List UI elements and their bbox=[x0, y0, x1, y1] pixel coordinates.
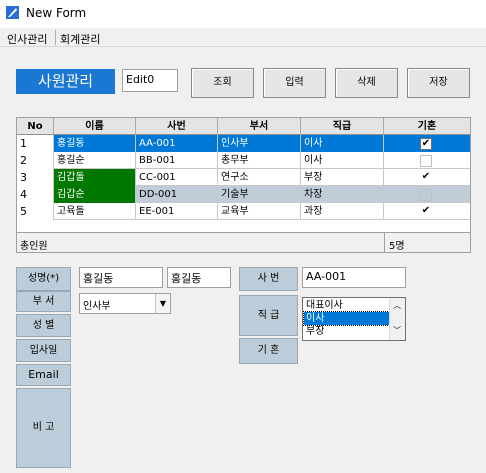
row-dept[interactable]: 교육부 bbox=[218, 203, 301, 220]
grid-footer: 총인원 5명 bbox=[17, 232, 470, 252]
row-name[interactable]: 고육돌 bbox=[54, 203, 136, 220]
label-married: 기 혼 bbox=[239, 338, 298, 364]
rank-listbox[interactable]: 대표이사 이사 부장 ︿ ﹀ bbox=[302, 297, 406, 341]
row-rank[interactable]: 부장 bbox=[301, 169, 384, 186]
label-note: 비 고 bbox=[16, 388, 71, 468]
row-dept[interactable]: 총무부 bbox=[218, 152, 301, 169]
title-bar: New Form bbox=[0, 0, 486, 28]
rank-option[interactable]: 대표이사 bbox=[304, 299, 389, 312]
row-id[interactable]: EE-001 bbox=[136, 203, 218, 220]
rank-option-selected[interactable]: 이사 bbox=[303, 311, 390, 326]
row-id[interactable]: AA-001 bbox=[136, 135, 218, 152]
col-header-id: 사번 bbox=[136, 118, 218, 135]
table-row[interactable]: 5 고육돌 EE-001 교육부 과장 ✔ bbox=[17, 203, 470, 220]
married-checkbox[interactable]: ✔ bbox=[420, 206, 432, 218]
footer-divider bbox=[384, 233, 385, 252]
total-label: 총인원 bbox=[20, 241, 48, 252]
col-header-name: 이름 bbox=[54, 118, 136, 135]
name-field[interactable]: 홍길동 bbox=[79, 267, 163, 288]
row-rank[interactable]: 이사 bbox=[301, 135, 384, 152]
row-name[interactable]: 김갑순 bbox=[54, 186, 136, 203]
name-field-secondary[interactable]: 홍길동 bbox=[167, 267, 231, 288]
menu-separator bbox=[55, 30, 56, 45]
label-dept: 부 서 bbox=[16, 291, 71, 312]
delete-button[interactable]: 삭제 bbox=[335, 68, 398, 98]
row-dept[interactable]: 인사부 bbox=[218, 135, 301, 152]
label-gender: 성 별 bbox=[16, 314, 71, 337]
chevron-down-icon[interactable]: ▼ bbox=[155, 294, 170, 313]
married-checkbox[interactable]: ✔ bbox=[420, 138, 432, 150]
col-header-rank: 직급 bbox=[301, 118, 384, 135]
row-name[interactable]: 홍길순 bbox=[54, 152, 136, 169]
row-no: 1 bbox=[17, 135, 54, 152]
menu-item-accounting[interactable]: 회계관리 bbox=[60, 31, 100, 47]
row-no: 2 bbox=[17, 152, 54, 169]
row-no: 5 bbox=[17, 203, 54, 220]
menu-item-hr[interactable]: 인사관리 bbox=[7, 31, 47, 47]
col-header-no: No bbox=[17, 118, 54, 135]
row-married[interactable]: ✔ bbox=[384, 135, 470, 152]
page-title: 사원관리 bbox=[16, 69, 115, 94]
row-married[interactable]: ✔ bbox=[384, 169, 470, 186]
dept-select[interactable]: 인사부 ▼ bbox=[79, 293, 171, 314]
row-married[interactable] bbox=[384, 152, 470, 169]
emp-id-field[interactable]: AA-001 bbox=[302, 267, 406, 288]
grid-header: No 이름 사번 부서 직급 기혼 bbox=[17, 118, 470, 135]
row-rank[interactable]: 차장 bbox=[301, 186, 384, 203]
chevron-up-icon[interactable]: ︿ bbox=[393, 300, 401, 311]
row-id[interactable]: BB-001 bbox=[136, 152, 218, 169]
save-button[interactable]: 저장 bbox=[407, 68, 470, 98]
row-no: 3 bbox=[17, 169, 54, 186]
label-rank: 직 급 bbox=[239, 295, 298, 336]
married-checkbox[interactable]: ✔ bbox=[420, 172, 432, 184]
married-checkbox[interactable] bbox=[420, 155, 432, 167]
row-rank[interactable]: 과장 bbox=[301, 203, 384, 220]
table-row[interactable]: 3 김갑돌 CC-001 연구소 부장 ✔ bbox=[17, 169, 470, 186]
married-checkbox[interactable] bbox=[420, 189, 432, 201]
label-name: 성명(*) bbox=[16, 267, 71, 291]
row-no: 4 bbox=[17, 186, 54, 203]
chevron-down-icon[interactable]: ﹀ bbox=[393, 325, 401, 336]
rank-listbox-scrollbar[interactable]: ︿ ﹀ bbox=[389, 298, 405, 340]
table-row[interactable]: 4 김갑순 DD-001 기술부 차장 bbox=[17, 186, 470, 203]
row-married[interactable] bbox=[384, 186, 470, 203]
search-button[interactable]: 조회 bbox=[191, 68, 254, 98]
dept-select-value: 인사부 bbox=[83, 301, 111, 312]
menu-bar: 인사관리 회계관리 bbox=[0, 28, 486, 47]
row-id[interactable]: DD-001 bbox=[136, 186, 218, 203]
table-row[interactable]: 2 홍길순 BB-001 총무부 이사 bbox=[17, 152, 470, 169]
row-name[interactable]: 홍길동 bbox=[54, 135, 136, 152]
row-id[interactable]: CC-001 bbox=[136, 169, 218, 186]
employee-grid: No 이름 사번 부서 직급 기혼 1 홍길동 AA-001 인사부 이사 ✔ … bbox=[16, 117, 471, 253]
total-count: 5명 bbox=[389, 241, 405, 252]
col-header-married: 기혼 bbox=[417, 121, 437, 132]
label-emp-id: 사 번 bbox=[239, 267, 298, 291]
edit0-field[interactable]: Edit0 bbox=[122, 69, 178, 92]
row-rank[interactable]: 이사 bbox=[301, 152, 384, 169]
col-header-dept: 부서 bbox=[218, 118, 301, 135]
row-name[interactable]: 김갑돌 bbox=[54, 169, 136, 186]
app-icon bbox=[6, 6, 19, 19]
row-married[interactable]: ✔ bbox=[384, 203, 470, 220]
add-button[interactable]: 입력 bbox=[263, 68, 326, 98]
row-dept[interactable]: 기술부 bbox=[218, 186, 301, 203]
rank-option[interactable]: 부장 bbox=[304, 325, 389, 338]
label-email: Email bbox=[16, 364, 71, 386]
label-join-date: 입사일 bbox=[16, 339, 71, 362]
window-title: New Form bbox=[26, 6, 87, 20]
table-row[interactable]: 1 홍길동 AA-001 인사부 이사 ✔ bbox=[17, 135, 470, 152]
form-panel bbox=[0, 47, 486, 473]
row-dept[interactable]: 연구소 bbox=[218, 169, 301, 186]
